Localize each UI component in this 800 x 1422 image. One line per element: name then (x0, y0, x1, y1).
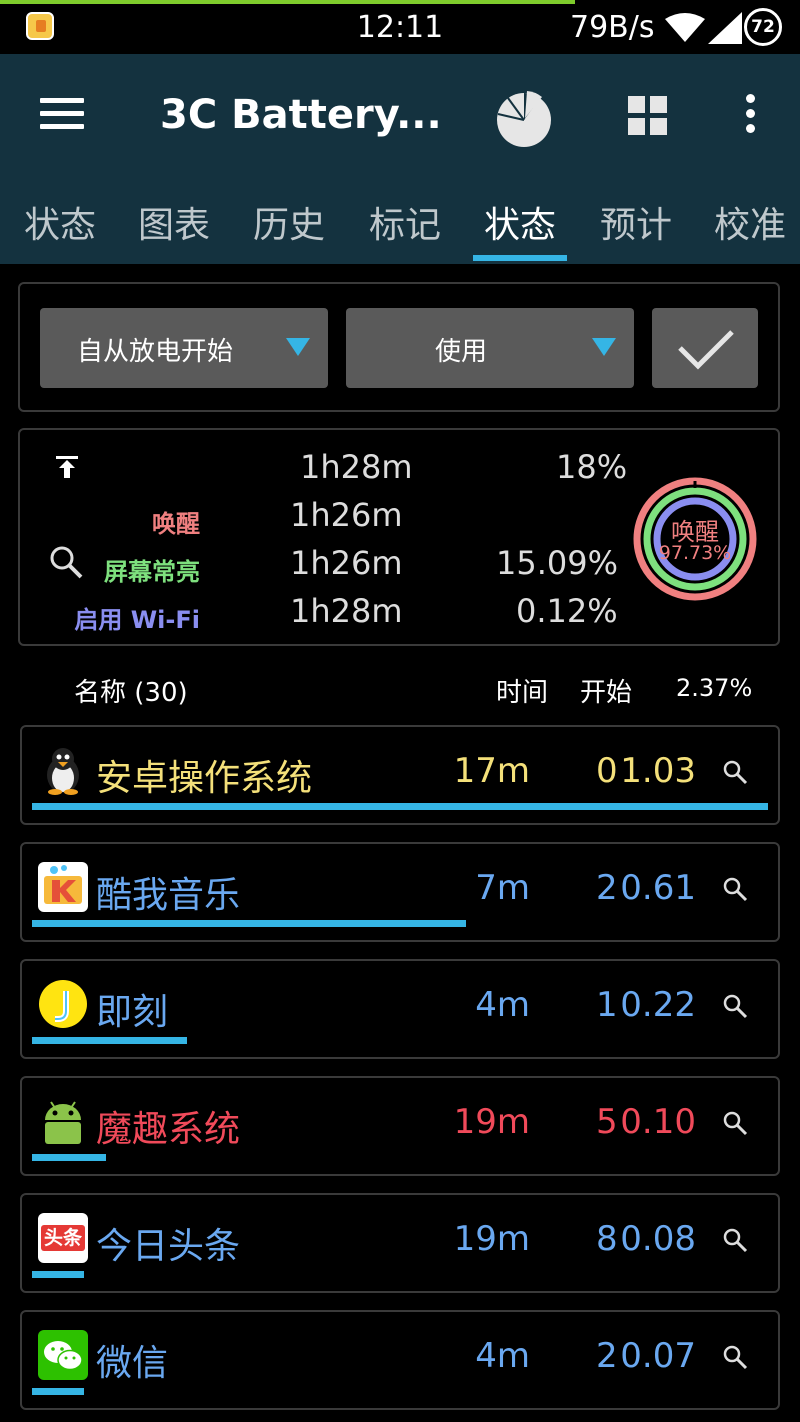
upload-arrow-icon (56, 456, 78, 478)
wake-label: 唤醒 (152, 510, 200, 538)
wake-time: 1h26m (290, 496, 403, 534)
app-name: 微信 (96, 1343, 169, 1384)
ring-value: 97.73% (658, 542, 732, 564)
pie-chart-icon[interactable] (494, 88, 554, 148)
menu-icon[interactable] (40, 98, 84, 132)
toutiao-icon: 头条 (38, 1213, 88, 1263)
app-start-count: 2 (596, 868, 618, 908)
app-start-count: 8 (596, 1219, 618, 1259)
app-time: 4m (475, 1336, 530, 1376)
checkmark-icon (678, 330, 734, 370)
tab-markers[interactable]: 标记 (345, 196, 465, 248)
app-name: 安卓操作系统 (96, 758, 313, 799)
usage-bar (32, 1037, 187, 1044)
app-time: 19m (453, 1219, 530, 1259)
overflow-menu-icon[interactable] (740, 94, 760, 144)
wechat-icon (38, 1330, 88, 1380)
app-percent: 0.07 (620, 1336, 696, 1376)
load-progress-line (0, 0, 575, 4)
app-start-count: 5 (596, 1102, 618, 1142)
screen-on-time: 1h26m (290, 544, 403, 582)
list-header-time[interactable]: 时间 (496, 672, 548, 709)
usage-bar (32, 920, 466, 927)
penguin-icon (47, 748, 79, 795)
app-row[interactable]: 酷我音乐 7m 2 0.61 (20, 842, 780, 942)
battery-icon: 72 (744, 8, 782, 46)
tab-history[interactable]: 历史 (229, 196, 349, 248)
app-start-count: 1 (596, 985, 618, 1025)
screen-on-percent: 15.09% (496, 544, 619, 582)
app-start-count: 2 (596, 1336, 618, 1376)
app-time: 7m (475, 868, 530, 908)
tab-bar: 状态 图表 历史 标记 状态 预计 校准 (0, 182, 800, 264)
signal-icon (708, 12, 742, 44)
tab-status-active[interactable]: 状态 (460, 196, 580, 248)
app-name: 今日头条 (96, 1226, 241, 1267)
app-row[interactable]: 安卓操作系统 17m 0 1.03 (20, 725, 780, 825)
wifi-on-time: 1h28m (290, 592, 403, 630)
app-row[interactable]: 微信 4m 2 0.07 (20, 1310, 780, 1410)
app-percent: 1.03 (620, 751, 696, 791)
total-time: 1h28m (300, 448, 413, 486)
dropdown-arrow-icon (592, 338, 616, 356)
period-dropdown[interactable]: 自从放电开始 (40, 308, 328, 388)
usage-bar (32, 1388, 84, 1395)
summary-card: 1h28m 18% 唤醒 1h26m 屏幕常亮 1h26m 15.09% 启用 … (18, 428, 780, 646)
search-icon[interactable] (722, 993, 748, 1019)
app-row[interactable]: 头条 今日头条 19m 8 0.08 (20, 1193, 780, 1293)
search-icon[interactable] (722, 1344, 748, 1370)
app-row[interactable]: 魔趣系统 19m 5 0.10 (20, 1076, 780, 1176)
app-name: 酷我音乐 (96, 875, 241, 916)
app-percent: 0.10 (620, 1102, 696, 1142)
app-time: 4m (475, 985, 530, 1025)
tab-calibrate[interactable]: 校准 (690, 196, 800, 248)
app-name: 即刻 (96, 992, 169, 1033)
network-speed: 79B/s (570, 10, 655, 45)
app-percent: 0.61 (620, 868, 696, 908)
mode-dropdown[interactable]: 使用 (346, 308, 634, 388)
tab-status-1[interactable]: 状态 (0, 196, 120, 248)
app-row[interactable]: 即刻 4m 1 0.22 (20, 959, 780, 1059)
wifi-on-label: 启用 Wi-Fi (74, 606, 200, 634)
android-icon (45, 1101, 81, 1144)
usage-bar (32, 1154, 106, 1161)
period-dropdown-label: 自从放电开始 (76, 337, 233, 367)
search-icon[interactable] (722, 1110, 748, 1136)
filter-card: 自从放电开始 使用 (18, 282, 780, 412)
screen-on-label: 屏幕常亮 (104, 558, 200, 586)
tab-graph[interactable]: 图表 (114, 196, 234, 248)
app-name: 魔趣系统 (96, 1109, 241, 1150)
search-icon[interactable] (722, 1227, 748, 1253)
app-toolbar: 3C Battery... (0, 54, 800, 182)
wifi-on-percent: 0.12% (516, 592, 618, 630)
app-percent: 0.08 (620, 1219, 696, 1259)
app-start-count: 0 (596, 751, 618, 791)
jike-icon (39, 980, 87, 1028)
mode-dropdown-label: 使用 (434, 337, 487, 367)
list-header-name[interactable]: 名称 (30) (74, 672, 188, 709)
app-time: 17m (453, 751, 530, 791)
usage-bar (32, 1271, 84, 1278)
usage-bar (32, 803, 768, 810)
wifi-icon (665, 13, 705, 42)
app-title: 3C Battery... (160, 92, 442, 138)
search-icon[interactable] (722, 876, 748, 902)
search-icon[interactable] (722, 759, 748, 785)
app-percent: 0.22 (620, 985, 696, 1025)
active-tab-indicator (473, 255, 567, 261)
app-time: 19m (453, 1102, 530, 1142)
kuwo-music-icon (38, 862, 88, 912)
widgets-icon[interactable] (628, 96, 668, 136)
dropdown-arrow-icon (286, 338, 310, 356)
list-header-percent[interactable]: 2.37% (676, 674, 752, 702)
total-percent: 18% (556, 448, 628, 486)
tab-estimate[interactable]: 预计 (576, 196, 696, 248)
apply-button[interactable] (652, 308, 758, 388)
status-bar: 12:11 79B/s 72 (0, 0, 800, 54)
list-header-start[interactable]: 开始 (580, 672, 632, 709)
